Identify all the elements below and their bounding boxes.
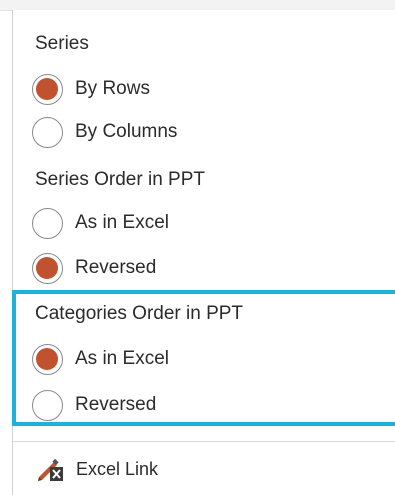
excel-link-label: Excel Link bbox=[76, 459, 159, 479]
categories-order-heading: Categories Order in PPT bbox=[35, 303, 244, 324]
series-order-as-in-excel-option[interactable]: As in Excel bbox=[32, 206, 332, 240]
radio-button[interactable] bbox=[32, 389, 63, 421]
series-heading: Series bbox=[35, 33, 89, 54]
radio-button[interactable] bbox=[32, 252, 63, 284]
context-menu: Series By Rows By Columns Series Order i… bbox=[0, 0, 395, 495]
series-order-heading: Series Order in PPT bbox=[35, 169, 205, 190]
radio-label: As in Excel bbox=[75, 348, 169, 369]
radio-button[interactable] bbox=[32, 207, 63, 239]
radio-label: By Columns bbox=[75, 121, 178, 142]
series-by-rows-option[interactable]: By Rows bbox=[32, 72, 332, 106]
radio-label: Reversed bbox=[75, 394, 157, 415]
radio-button[interactable] bbox=[32, 343, 63, 375]
categories-order-reversed-option[interactable]: Reversed bbox=[32, 388, 332, 422]
radio-button[interactable] bbox=[32, 73, 63, 105]
menu-divider bbox=[13, 441, 395, 442]
radio-label: By Rows bbox=[75, 78, 150, 99]
radio-label: As in Excel bbox=[75, 212, 169, 233]
excel-link-menu-item[interactable]: Excel Link bbox=[36, 455, 158, 483]
radio-button[interactable] bbox=[32, 116, 63, 148]
categories-order-as-in-excel-option[interactable]: As in Excel bbox=[32, 342, 332, 376]
series-order-reversed-option[interactable]: Reversed bbox=[32, 251, 332, 285]
edit-excel-link-icon bbox=[38, 458, 63, 481]
series-by-columns-option[interactable]: By Columns bbox=[32, 115, 332, 149]
radio-label: Reversed bbox=[75, 257, 157, 278]
